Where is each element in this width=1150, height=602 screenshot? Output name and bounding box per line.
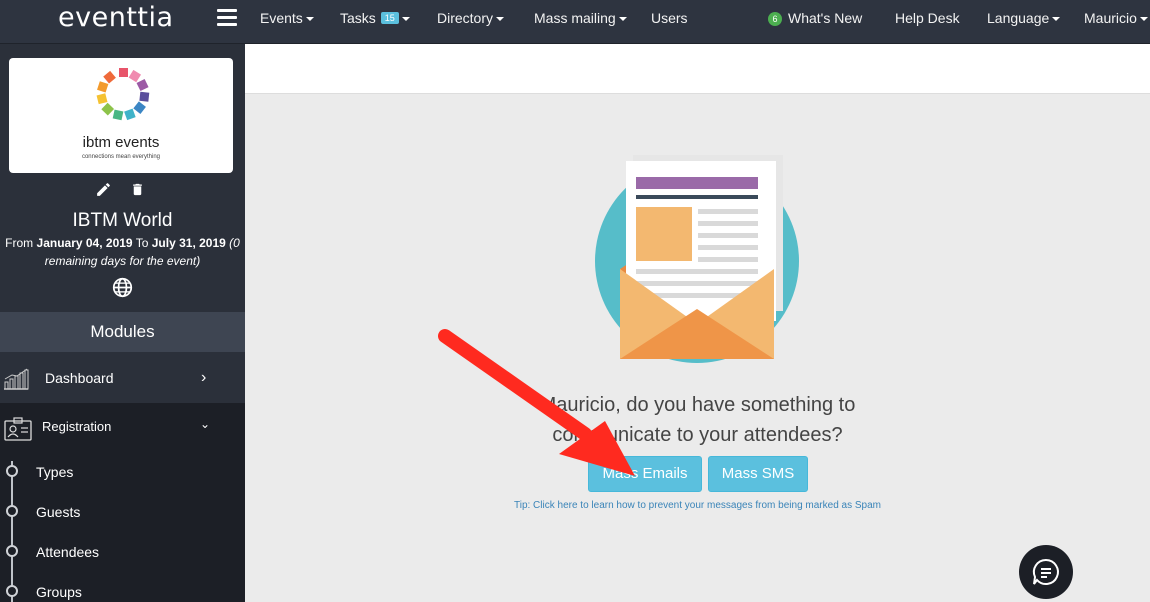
whats-new-badge: 6	[768, 12, 782, 26]
nav-users[interactable]: Users	[651, 10, 688, 26]
trash-icon[interactable]	[130, 181, 145, 198]
sidebar-subitem-label: Attendees	[36, 544, 100, 560]
chevron-down-icon: ⌄	[200, 417, 211, 431]
sidebar: ibtm events connections mean everything …	[0, 44, 245, 602]
nav-directory-label: Directory	[437, 10, 494, 26]
sidebar-item-label: Registration	[42, 419, 112, 434]
chat-widget-button[interactable]	[1019, 545, 1073, 599]
top-navbar: eventtia Events Tasks 15 Directory Mass m…	[0, 0, 1150, 44]
nav-tasks[interactable]: Tasks 15	[340, 10, 410, 26]
tree-node-icon	[6, 585, 18, 597]
red-arrow-annotation	[438, 329, 635, 476]
chat-bubble-icon	[1032, 558, 1059, 585]
mass-mailing-question: Mauricio, do you have something to commu…	[245, 390, 1150, 450]
main-content: Mauricio, do you have something to commu…	[245, 94, 1150, 602]
nav-events[interactable]: Events	[260, 10, 314, 26]
sidebar-item-registration[interactable]: Registration ⌄	[0, 403, 245, 451]
sidebar-subitem-types[interactable]: Types	[0, 451, 245, 491]
id-card-icon	[4, 417, 32, 441]
tree-node-icon	[6, 465, 18, 477]
tasks-count-badge: 15	[380, 12, 399, 24]
pencil-icon[interactable]	[95, 181, 112, 198]
caret-down-icon	[305, 17, 314, 22]
logo-wordmark: ibtm events	[82, 134, 160, 151]
caret-down-icon	[496, 17, 505, 22]
nav-language[interactable]: Language	[987, 10, 1061, 26]
nav-events-label: Events	[260, 10, 303, 26]
sidebar-subitem-attendees[interactable]: Attendees	[0, 531, 245, 571]
sidebar-subitem-guests[interactable]: Guests	[0, 491, 245, 531]
mass-sms-button[interactable]: Mass SMS	[708, 456, 808, 492]
logo-tagline: connections mean everything	[81, 154, 161, 160]
event-logo-card: ibtm events connections mean everything	[9, 58, 233, 173]
sidebar-subitem-label: Groups	[36, 584, 82, 600]
event-dates: From January 04, 2019 To July 31, 2019 (…	[0, 234, 245, 270]
end-date: July 31, 2019	[151, 236, 226, 250]
tree-node-icon	[6, 505, 18, 517]
chart-icon	[4, 368, 29, 390]
modules-header: Modules	[0, 312, 245, 352]
nav-directory[interactable]: Directory	[437, 10, 505, 26]
caret-down-icon	[618, 17, 627, 22]
start-date: January 04, 2019	[36, 236, 133, 250]
from-label: From	[5, 236, 34, 250]
nav-language-label: Language	[987, 10, 1050, 26]
caret-down-icon	[1052, 17, 1061, 22]
sidebar-subitem-groups[interactable]: Groups	[0, 571, 245, 602]
nav-user-label: Mauricio	[1084, 10, 1137, 26]
nav-whats-new[interactable]: 6 What's New	[768, 10, 862, 26]
question-line-1: Mauricio, do you have something to	[539, 394, 856, 416]
nav-whats-new-label: What's New	[788, 10, 863, 26]
event-title: IBTM World	[72, 210, 173, 231]
question-line-2: communicate to your attendees?	[552, 424, 843, 446]
nav-help-desk[interactable]: Help Desk	[895, 10, 960, 26]
to-label: To	[135, 236, 149, 250]
event-actions	[95, 181, 145, 198]
caret-down-icon	[1139, 17, 1148, 22]
nav-mass-mailing-label: Mass mailing	[534, 10, 616, 26]
nav-mass-mailing[interactable]: Mass mailing	[534, 10, 627, 26]
hamburger-menu-icon[interactable]	[217, 9, 237, 27]
caret-down-icon	[401, 17, 410, 22]
tree-node-icon	[6, 545, 18, 557]
brand-logo[interactable]: eventtia	[58, 2, 174, 33]
sidebar-item-dashboard[interactable]: Dashboard ›	[0, 355, 245, 403]
sidebar-subitem-label: Types	[36, 464, 74, 480]
main-header-strip	[245, 44, 1150, 94]
chevron-right-icon: ›	[201, 369, 207, 386]
ibtm-logo-icon	[96, 68, 150, 121]
globe-icon[interactable]	[112, 277, 133, 298]
nav-tasks-label: Tasks	[340, 10, 376, 26]
registration-section: Registration ⌄ Types Guests Attendees Gr…	[0, 403, 245, 602]
spam-tip-link[interactable]: Tip: Click here to learn how to prevent …	[245, 500, 1150, 511]
sidebar-item-label: Dashboard	[45, 370, 114, 386]
nav-user-menu[interactable]: Mauricio	[1084, 10, 1148, 26]
sidebar-subitem-label: Guests	[36, 504, 81, 520]
